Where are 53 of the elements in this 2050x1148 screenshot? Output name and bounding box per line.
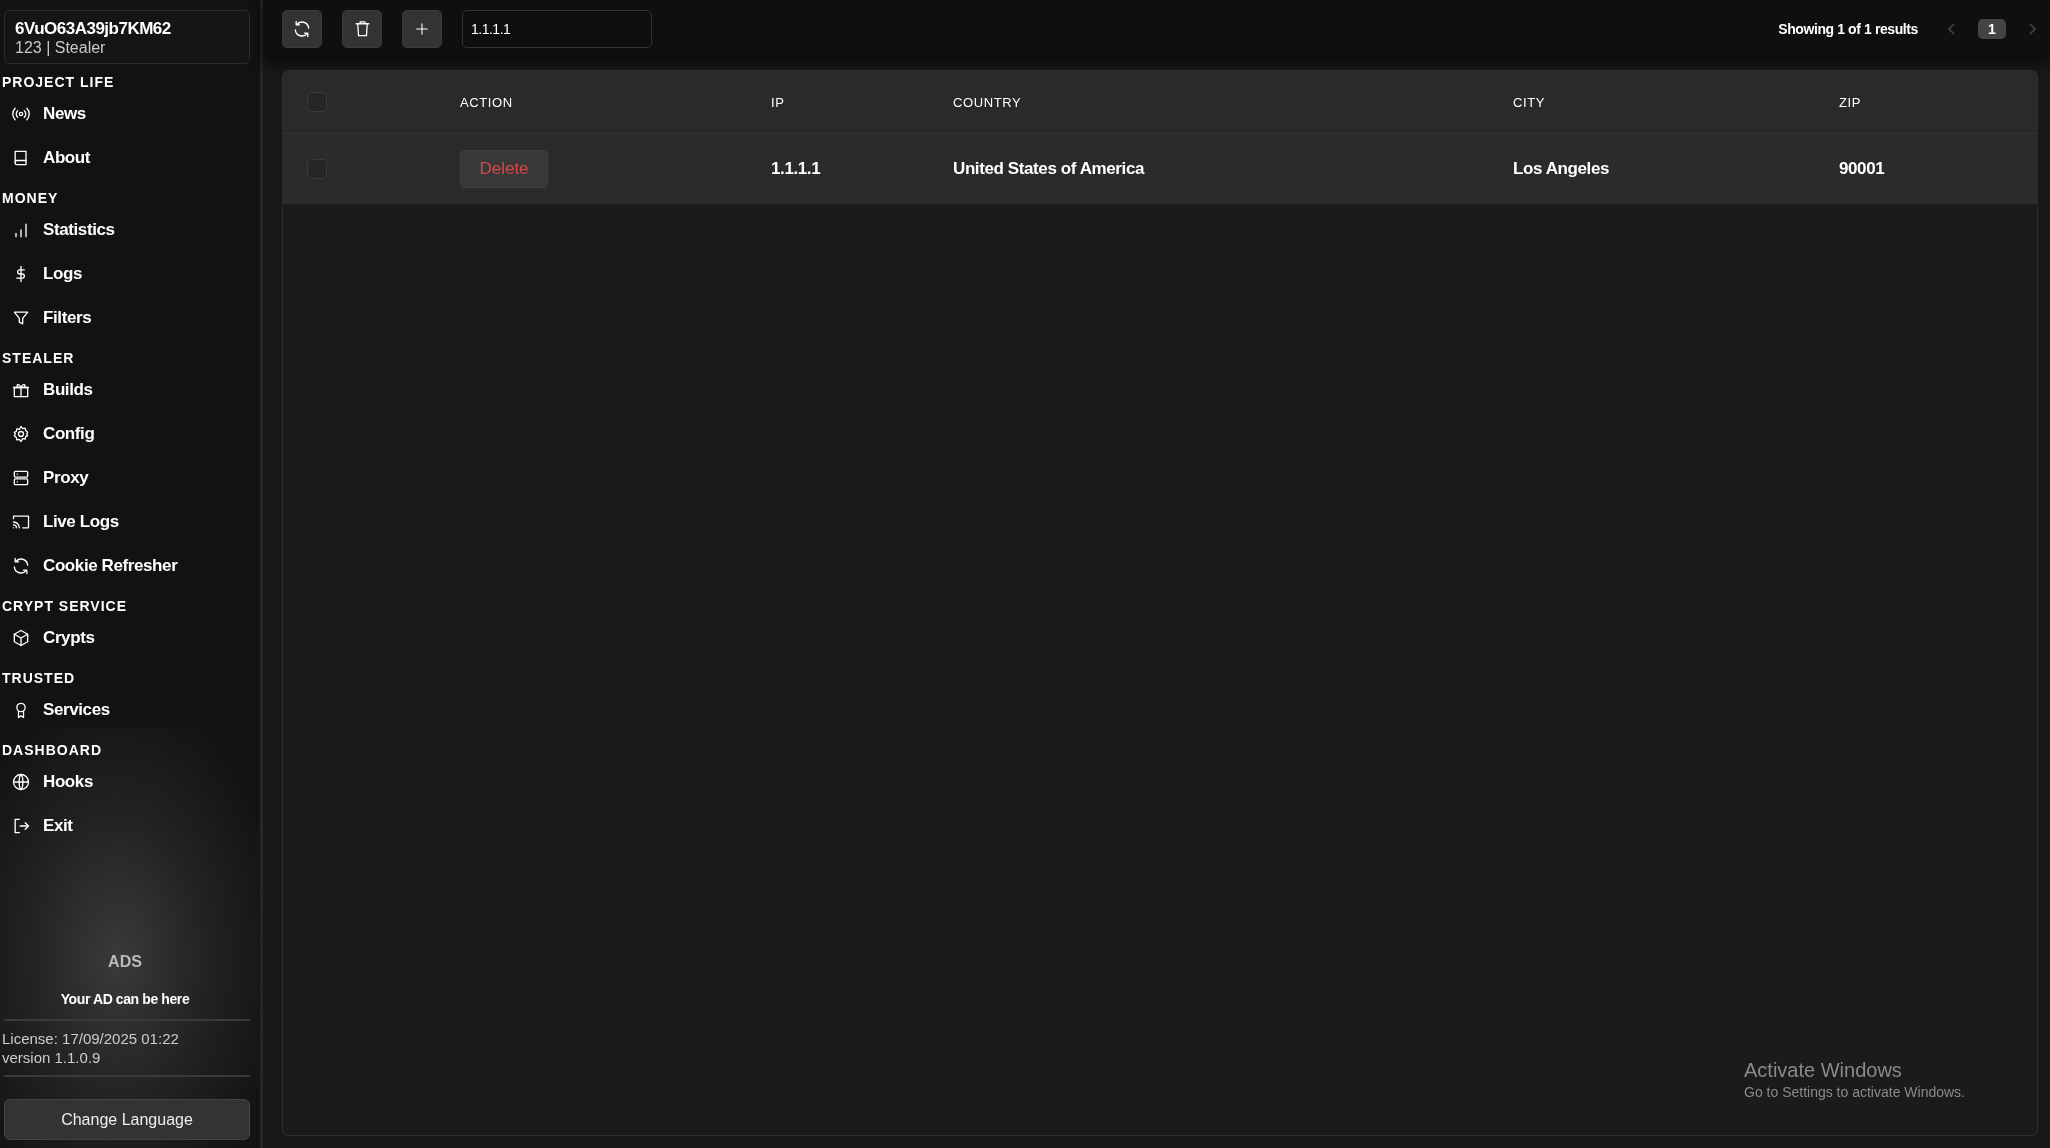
table-cell-text: United States of America: [953, 159, 1146, 179]
ads-text: Your AD can be here: [59, 991, 191, 1007]
ads-title: ADS: [107, 953, 143, 971]
search-field[interactable]: 1.1.1.1: [462, 9, 652, 48]
next-page-icon[interactable]: [2026, 20, 2038, 37]
activation-notice-text: Go to Settings to activate Windows.: [1744, 1084, 1965, 1100]
globe-icon: [11, 772, 31, 792]
sidebar-item[interactable]: Hooks: [2, 760, 260, 804]
account-subtitle: 123 | Stealer: [15, 39, 107, 57]
sidebar-item[interactable]: Proxy: [2, 456, 260, 500]
sidebar-item[interactable]: Cookie Refresher: [2, 544, 260, 588]
refresh-icon: [11, 556, 31, 576]
account-id: 6VuO63A39jb7KM62: [15, 19, 172, 39]
results-summary: Showing 1 of 1 results: [1778, 20, 1918, 37]
gear-icon: [11, 424, 31, 444]
column-header: CITY: [1513, 94, 1546, 110]
table-cell-text: 1.1.1.1: [771, 159, 822, 179]
sidebar-item[interactable]: Crypts: [2, 616, 260, 660]
section-heading: STEALER: [2, 349, 76, 368]
sidebar-item[interactable]: About: [2, 136, 260, 180]
plus-icon: [414, 20, 430, 37]
sidebar-item[interactable]: Live Logs: [2, 500, 260, 544]
activation-notice-title: Activate Windows: [1744, 1059, 1903, 1082]
section-heading: DASHBOARD: [2, 741, 103, 760]
cube-icon: [11, 628, 31, 648]
sidebar-item[interactable]: Builds: [2, 368, 260, 412]
section-heading: TRUSTED: [2, 669, 77, 688]
previous-page-icon[interactable]: [1946, 20, 1958, 37]
add-button[interactable]: [402, 9, 442, 48]
sidebar-item[interactable]: Config: [2, 412, 260, 456]
server-icon: [11, 468, 31, 488]
refresh-button[interactable]: [282, 9, 322, 48]
page-button[interactable]: 1: [1978, 18, 2006, 39]
section-heading: MONEY: [2, 189, 60, 208]
column-header: COUNTRY: [953, 94, 1023, 110]
sidebar-item[interactable]: Exit: [2, 804, 260, 848]
sidebar-item[interactable]: Logs: [2, 252, 260, 296]
section-heading: CRYPT SERVICE: [2, 597, 129, 616]
sidebar-item[interactable]: News: [2, 92, 260, 136]
version-text: version 1.1.0.9: [2, 1048, 102, 1067]
column-header: ZIP: [1839, 94, 1863, 110]
column-header: IP: [771, 94, 786, 110]
column-header: ACTION: [460, 94, 514, 110]
table-cell-text: 90001: [1839, 159, 1886, 179]
change-language-button[interactable]: Change Language: [4, 1099, 250, 1140]
sidebar-item[interactable]: Filters: [2, 296, 260, 340]
table-cell-text: Los Angeles: [1513, 159, 1611, 179]
trash-button[interactable]: [342, 9, 382, 48]
section-heading: PROJECT LIFE: [2, 73, 116, 92]
license-text: License: 17/09/2025 01:22: [2, 1029, 180, 1048]
refresh-icon: [292, 18, 312, 39]
sidebar-item[interactable]: Services: [2, 688, 260, 732]
sidebar-item[interactable]: Statistics: [2, 208, 260, 252]
